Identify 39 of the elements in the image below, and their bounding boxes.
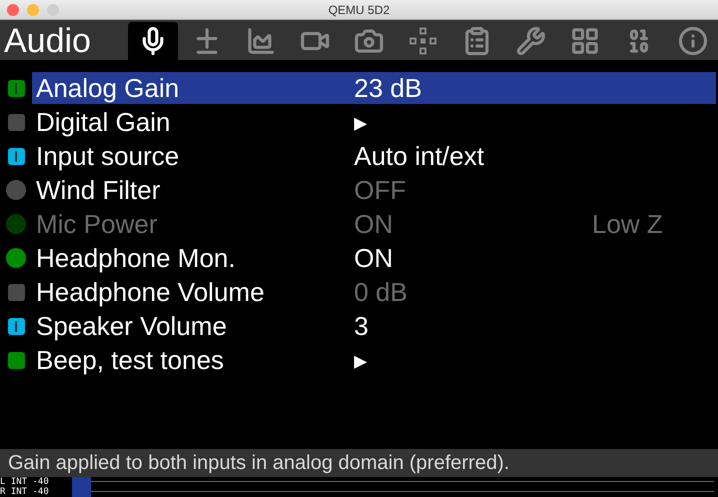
menu-value: Low Z bbox=[592, 208, 663, 240]
close-button[interactable] bbox=[7, 4, 19, 16]
squares-icon bbox=[408, 26, 438, 56]
menu-label: Analog Gain bbox=[35, 72, 180, 104]
meter-label: L INT -40 bbox=[0, 477, 50, 487]
menu-value: ▸ bbox=[354, 106, 368, 138]
menu-row[interactable]: Headphone Volume 0 dB bbox=[32, 276, 716, 308]
info-icon bbox=[678, 26, 708, 56]
window-title: QEMU 5D2 bbox=[328, 2, 390, 18]
menu-value: 3 bbox=[354, 310, 370, 342]
menu-value: ON bbox=[354, 208, 394, 240]
menu-row[interactable]: Digital Gain ▸ bbox=[32, 106, 716, 138]
menu-label: Speaker Volume bbox=[35, 310, 228, 342]
help-text: Gain applied to both inputs in analog domain (preferred). bbox=[0, 449, 718, 477]
menu-label: Mic Power bbox=[35, 208, 158, 240]
menu-value: OFF bbox=[354, 174, 407, 206]
menu-row[interactable]: Wind Filter OFF bbox=[32, 174, 716, 206]
page-title: Audio bbox=[3, 22, 92, 60]
histogram-icon bbox=[246, 26, 276, 56]
wrench-icon bbox=[516, 26, 546, 56]
menu-value: ▸ bbox=[354, 344, 368, 376]
menu-tab[interactable] bbox=[128, 22, 178, 60]
menu-value: ON bbox=[354, 242, 394, 274]
menu-label: Headphone Mon. bbox=[35, 242, 236, 274]
menu-label: Wind Filter bbox=[35, 174, 162, 206]
menu-value: Auto int/ext bbox=[354, 140, 486, 172]
menu-value: 23 dB bbox=[354, 72, 423, 104]
menu-row[interactable]: Speaker Volume 3 bbox=[32, 310, 716, 342]
menu-label: Beep, test tones bbox=[35, 344, 225, 376]
meter-label: R INT -40 bbox=[0, 487, 50, 497]
menu-row[interactable]: Beep, test tones ▸ bbox=[32, 344, 716, 376]
menu-value: 0 dB bbox=[354, 276, 408, 308]
menu-row[interactable]: Headphone Mon. ON bbox=[32, 242, 716, 274]
menu-row[interactable]: Input source Auto int/ext bbox=[32, 140, 716, 172]
grid-icon bbox=[570, 26, 600, 56]
menu-label: Headphone Volume bbox=[35, 276, 266, 308]
menu-row[interactable]: Analog Gain 23 dB bbox=[32, 72, 716, 104]
menu-label: Input source bbox=[35, 140, 180, 172]
menu-label: Digital Gain bbox=[35, 106, 172, 138]
